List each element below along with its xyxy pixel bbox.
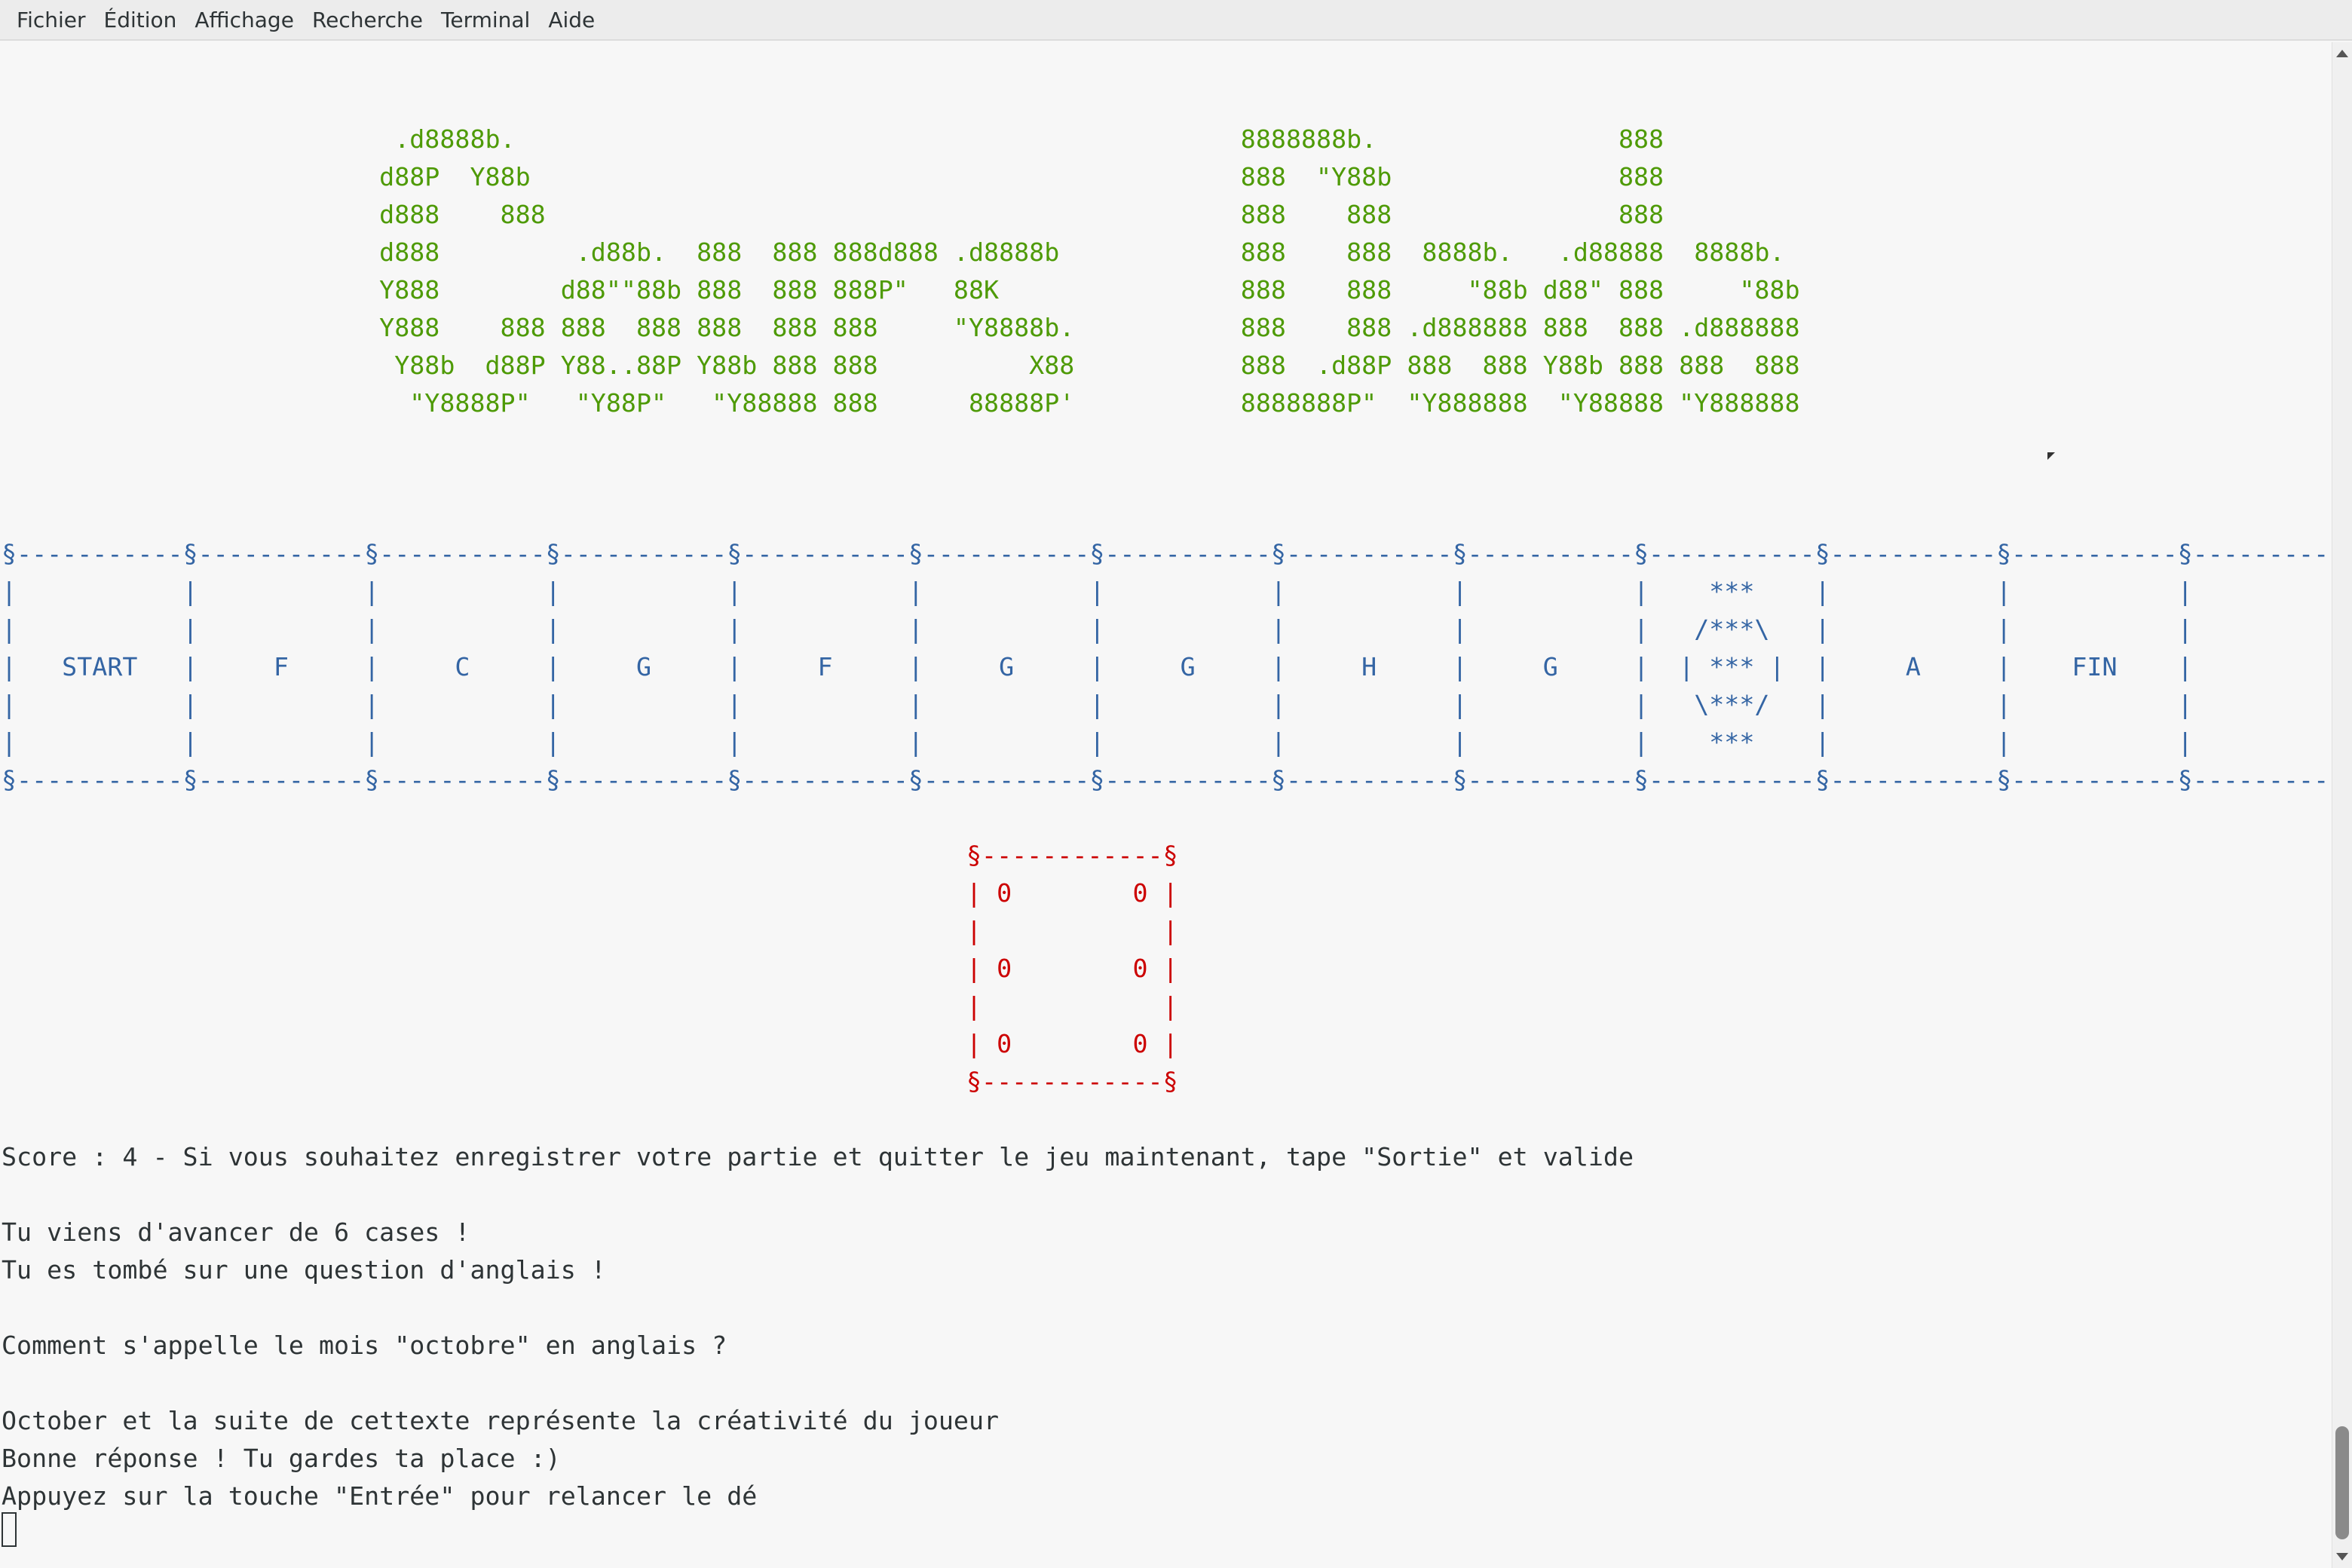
menu-edition[interactable]: Édition — [95, 8, 186, 32]
board-row-4: | | | | | | | | | | \***/ | | | | — [2, 690, 2332, 719]
mouse-pointer-icon — [2047, 452, 2055, 460]
menu-recherche[interactable]: Recherche — [303, 8, 432, 32]
menu-fichier[interactable]: Fichier — [8, 8, 95, 32]
terminal-output[interactable]: .d8888b. 8888888b. 888 d88P Y88b 888 "Y8… — [0, 42, 2332, 1568]
board-row-labels: | START | F | C | G | F | G | G | H | G … — [2, 652, 2193, 681]
board-border-bottom: §-----------§-----------§-----------§---… — [2, 765, 2332, 795]
menubar: Fichier Édition Affichage Recherche Term… — [0, 0, 2352, 41]
game-output-text: Score : 4 - Si vous souhaitez enregistre… — [2, 1142, 1634, 1511]
board-row-5: | | | | | | | | | | *** | | | | — [2, 727, 2332, 757]
dice-face: §------------§ | 0 0 | | | | 0 0 | | | |… — [966, 841, 1178, 1096]
vertical-scrollbar[interactable] — [2332, 42, 2352, 1568]
board-border-top: §-----------§-----------§-----------§---… — [2, 539, 2332, 568]
menu-affichage[interactable]: Affichage — [185, 8, 303, 32]
menu-aide[interactable]: Aide — [539, 8, 604, 32]
scrollbar-thumb[interactable] — [2335, 1426, 2349, 1539]
scroll-down-icon[interactable] — [2336, 1553, 2348, 1560]
menu-terminal[interactable]: Terminal — [432, 8, 539, 32]
ascii-banner: .d8888b. 8888888b. 888 d88P Y88b 888 "Y8… — [379, 124, 1800, 418]
board-row-2: | | | | | | | | | | /***\ | | | | — [2, 614, 2332, 644]
board-row-1: | | | | | | | | | | *** | | | | — [2, 577, 2332, 606]
scroll-up-icon[interactable] — [2336, 50, 2348, 57]
terminal-cursor — [2, 1512, 17, 1547]
